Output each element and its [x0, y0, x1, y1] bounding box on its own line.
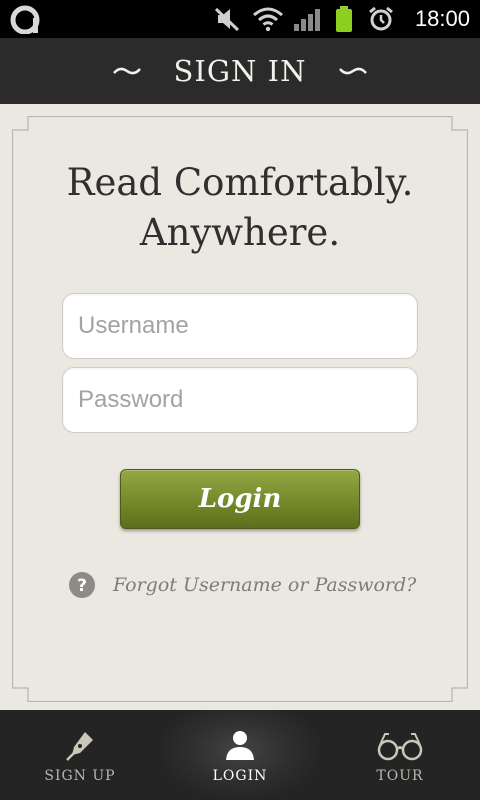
- bottom-nav: SIGN UP LOGIN TOUR: [0, 710, 480, 800]
- pen-nib-icon: [66, 732, 93, 761]
- nav-tour[interactable]: TOUR: [320, 710, 480, 800]
- right-flourish-icon: [339, 67, 367, 75]
- alarm-icon: [369, 6, 393, 31]
- battery-icon: [336, 6, 352, 32]
- header-bar: SIGN IN: [0, 38, 480, 104]
- username-input[interactable]: [62, 293, 418, 359]
- status-bar: 18:00: [0, 0, 480, 38]
- nav-login[interactable]: LOGIN: [160, 710, 320, 800]
- signal-icon: [294, 9, 320, 31]
- headline-line-2: Anywhere.: [139, 211, 341, 254]
- page-title: SIGN IN: [173, 54, 307, 88]
- login-button[interactable]: Login: [120, 469, 360, 529]
- status-time: 18:00: [414, 6, 470, 31]
- nav-sign-up[interactable]: SIGN UP: [0, 710, 160, 800]
- glasses-icon: [377, 733, 423, 761]
- password-input[interactable]: [62, 367, 418, 433]
- nav-sign-up-label: SIGN UP: [44, 768, 116, 784]
- nav-login-label: LOGIN: [212, 768, 268, 784]
- headline-line-1: Read Comfortably.: [66, 161, 414, 204]
- help-icon: ?: [69, 572, 95, 598]
- forgot-credentials-link[interactable]: ? Forgot Username or Password?: [68, 570, 416, 600]
- mute-icon: [214, 7, 240, 32]
- person-icon: [226, 731, 254, 760]
- app-logo-icon: [10, 5, 40, 34]
- svg-text:?: ?: [77, 576, 87, 596]
- nav-tour-label: TOUR: [376, 768, 424, 784]
- headline: Read Comfortably. Anywhere.: [0, 158, 480, 258]
- forgot-label: Forgot Username or Password?: [113, 574, 417, 596]
- login-panel: Read Comfortably. Anywhere. Login ? Forg…: [0, 104, 480, 710]
- wifi-icon: [253, 7, 283, 32]
